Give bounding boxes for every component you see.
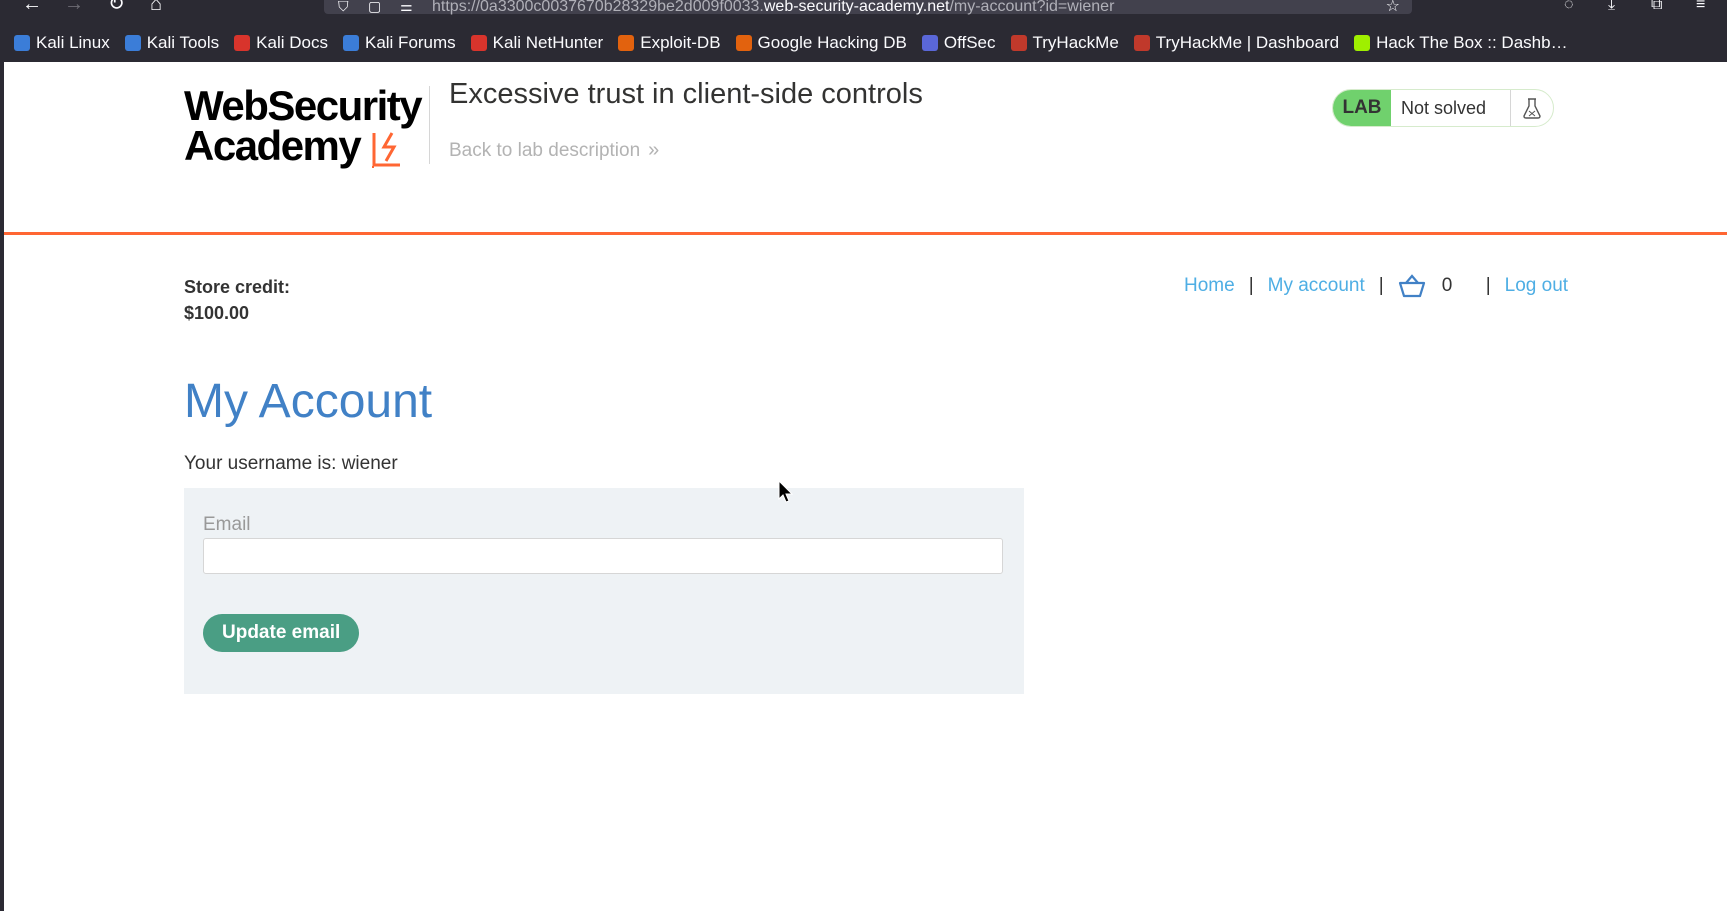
bookmarks-toolbar: Kali Linux Kali Tools Kali Docs Kali Forums…: [0, 30, 1727, 56]
browser-chrome: ← → ↻ ⌂ ⛉ ▢ ⚌ https://0a3300c0037670b283…: [0, 0, 1727, 62]
bookmark-star-icon[interactable]: ☆: [1386, 0, 1400, 16]
update-email-button[interactable]: Update email: [203, 614, 360, 652]
bookmark-label: Kali Forums: [364, 33, 456, 52]
pocket-icon[interactable]: ◌: [1564, 0, 1574, 14]
bookmark-item[interactable]: Kali Forums: [342, 33, 456, 53]
nav-home-link[interactable]: Home: [1184, 275, 1235, 297]
bookmark-item[interactable]: Kali Linux: [14, 33, 110, 53]
username-text: Your username is: wiener: [184, 453, 398, 474]
lab-status-text: Not solved: [1391, 90, 1511, 126]
email-field[interactable]: [203, 538, 1003, 574]
update-email-form: Email Update email: [184, 488, 1024, 694]
bookmark-item[interactable]: TryHackMe: [1010, 33, 1119, 53]
bookmark-item[interactable]: Kali Tools: [124, 33, 220, 53]
bookmark-item[interactable]: TryHackMe | Dashboard: [1133, 33, 1340, 53]
bookmark-item[interactable]: Hack The Box :: Dashb…: [1354, 33, 1568, 53]
extensions-icon[interactable]: ⧉: [1651, 0, 1662, 14]
downloads-icon[interactable]: ⤓: [1608, 0, 1615, 14]
store-credit-label: Store credit:: [184, 277, 291, 297]
nav-logout-link[interactable]: Log out: [1505, 275, 1568, 297]
double-chevron-icon: »: [648, 139, 660, 161]
cart-count: 0: [1441, 275, 1453, 296]
bookmark-favicon-icon: [1354, 35, 1371, 51]
bookmark-label: Kali Docs: [256, 33, 328, 52]
bookmark-favicon-icon: [921, 35, 938, 51]
bookmark-label: Exploit-DB: [640, 33, 721, 52]
store-credit-value: $100.00: [184, 303, 250, 323]
bookmark-item[interactable]: OffSec: [921, 33, 996, 53]
flask-icon: [1511, 97, 1553, 119]
bookmark-favicon-icon: [1010, 35, 1027, 51]
bookmark-favicon-icon: [14, 35, 30, 51]
nav-separator: |: [1485, 275, 1491, 296]
nav-my-account-link[interactable]: My account: [1268, 275, 1365, 297]
bookmark-item[interactable]: Kali Docs: [234, 33, 328, 53]
reload-icon[interactable]: ↻: [108, 0, 125, 14]
lock-icon[interactable]: ▢: [368, 0, 381, 15]
bookmark-label: Kali Tools: [146, 33, 220, 52]
nav-separator: |: [1378, 275, 1384, 296]
bookmark-label: Google Hacking DB: [757, 33, 907, 52]
url-text[interactable]: https://0a3300c0037670b28329be2d009f0033…: [432, 0, 1114, 15]
bookmark-item[interactable]: Exploit-DB: [618, 33, 721, 53]
header-divider: [429, 86, 430, 164]
logo-bolt-icon: [372, 132, 400, 168]
home-icon[interactable]: ⌂: [150, 0, 162, 14]
bookmark-label: TryHackMe: [1032, 33, 1119, 52]
lab-title: Excessive trust in client-side controls: [449, 78, 923, 110]
shield-icon[interactable]: ⛉: [338, 0, 349, 15]
bookmark-favicon-icon: [124, 35, 141, 51]
mouse-cursor-icon: [778, 480, 794, 503]
basket-icon[interactable]: [1398, 274, 1426, 298]
top-nav: Home | My account | 0 | Log out: [1184, 272, 1568, 300]
bookmark-item[interactable]: Kali NetHunter: [470, 33, 604, 53]
store-credit: Store credit: $100.00: [184, 274, 290, 326]
bookmark-label: Kali NetHunter: [492, 33, 604, 52]
bookmark-favicon-icon: [470, 35, 487, 51]
bookmark-label: OffSec: [943, 33, 996, 52]
bookmark-label: Hack The Box :: Dashb…: [1376, 33, 1568, 52]
bookmark-favicon-icon: [234, 35, 251, 51]
page: WebSecurity Academy Excessive trust in c…: [4, 62, 1727, 911]
academy-logo[interactable]: WebSecurity Academy: [184, 84, 424, 174]
back-to-lab-link[interactable]: Back to lab description»: [449, 139, 659, 162]
bookmark-favicon-icon: [1133, 35, 1150, 51]
page-title: My Account: [184, 375, 433, 428]
permissions-icon[interactable]: ⚌: [400, 0, 413, 15]
lab-tag: LAB: [1333, 90, 1391, 126]
back-arrow-icon[interactable]: ←: [22, 0, 42, 14]
nav-separator: |: [1248, 275, 1254, 296]
bookmark-item[interactable]: Google Hacking DB: [735, 33, 907, 53]
cart-link[interactable]: 0: [1398, 274, 1472, 298]
bookmark-label: Kali Linux: [36, 33, 110, 52]
bookmark-favicon-icon: [342, 35, 359, 51]
header-rule: [4, 232, 1727, 235]
bookmark-label: TryHackMe | Dashboard: [1155, 33, 1340, 52]
logo-line-2: Academy: [184, 122, 362, 169]
bookmark-favicon-icon: [735, 35, 752, 51]
bookmark-favicon-icon: [618, 35, 635, 51]
email-label: Email: [203, 514, 251, 535]
menu-icon[interactable]: ≡: [1696, 0, 1705, 14]
lab-header: WebSecurity Academy Excessive trust in c…: [4, 62, 1727, 232]
lab-status-badge: LAB Not solved: [1332, 89, 1554, 127]
forward-arrow-icon[interactable]: →: [64, 0, 84, 14]
url-bar[interactable]: ⛉ ▢ ⚌ https://0a3300c0037670b28329be2d00…: [324, 0, 1412, 16]
